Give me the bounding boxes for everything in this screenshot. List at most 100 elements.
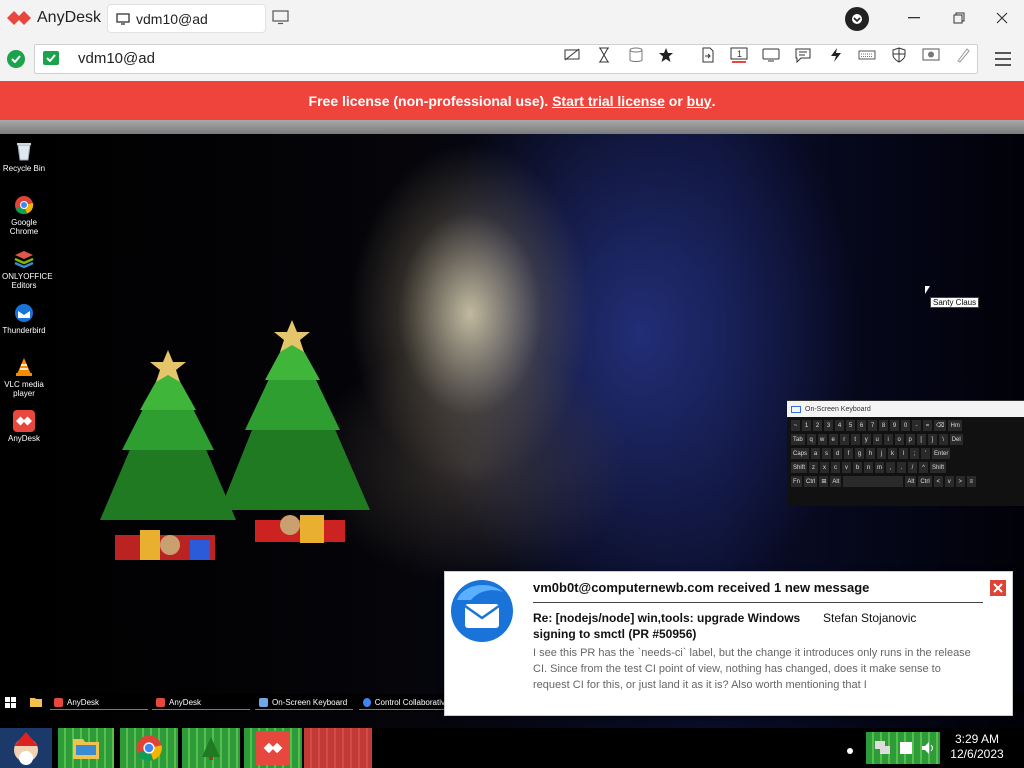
osk-key[interactable]: Alt [905, 476, 917, 487]
osk-key[interactable]: c [831, 462, 841, 473]
osk-key[interactable]: l [899, 448, 909, 459]
osk-key[interactable]: t [850, 434, 860, 445]
osk-key[interactable]: 5 [846, 420, 855, 431]
hourglass-icon[interactable] [594, 46, 614, 64]
monitor-icon[interactable] [761, 46, 781, 64]
permissions-icon[interactable] [889, 46, 909, 64]
osk-key[interactable]: Shift [791, 462, 808, 473]
remote-taskbar-item[interactable]: On-Screen Keyboard [255, 696, 353, 710]
osk-key[interactable]: 8 [879, 420, 888, 431]
osk-key[interactable]: s [822, 448, 832, 459]
osk-key[interactable]: 9 [890, 420, 899, 431]
file-explorer-icon[interactable] [30, 697, 42, 709]
osk-key[interactable]: 6 [857, 420, 866, 431]
osk-key[interactable]: - [912, 420, 921, 431]
osk-key[interactable]: m [875, 462, 885, 473]
osk-key[interactable]: 3 [824, 420, 833, 431]
osk-key[interactable]: h [866, 448, 876, 459]
taskbar-file-explorer[interactable] [58, 728, 114, 768]
osk-key[interactable]: = [923, 420, 932, 431]
osk-key[interactable]: ⊞ [819, 476, 829, 487]
osk-key[interactable]: \ [938, 434, 948, 445]
desktop-icon-vlc[interactable]: VLC media player [2, 356, 46, 398]
osk-key[interactable]: Ctrl [918, 476, 932, 487]
osk-key[interactable]: i [883, 434, 893, 445]
desktop-icon-chrome[interactable]: Google Chrome [2, 194, 46, 236]
osk-key[interactable]: . [897, 462, 907, 473]
chat-icon[interactable] [793, 46, 813, 64]
taskbar-christmas-tree[interactable] [182, 728, 240, 768]
osk-key[interactable]: v [944, 476, 954, 487]
taskbar-app-slot[interactable] [304, 728, 372, 768]
remote-taskbar-item[interactable]: AnyDesk [152, 696, 250, 710]
osk-key[interactable]: , [886, 462, 896, 473]
osk-key[interactable]: 0 [901, 420, 910, 431]
osk-key[interactable]: Alt [830, 476, 842, 487]
osk-key[interactable]: 2 [813, 420, 822, 431]
message-subject[interactable]: Re: [nodejs/node] win,tools: upgrade Win… [533, 610, 803, 642]
battery-icon[interactable] [898, 740, 914, 756]
buy-link[interactable]: buy [687, 93, 712, 109]
actions-lightning-icon[interactable] [826, 46, 846, 64]
start-santa-icon[interactable] [0, 728, 52, 768]
record-icon[interactable] [921, 46, 941, 64]
mail-notification[interactable]: vm0b0t@computernewb.com received 1 new m… [444, 571, 1013, 716]
osk-key[interactable]: [ [916, 434, 926, 445]
desktop-icon-anydesk[interactable]: AnyDesk [2, 410, 46, 443]
osk-key[interactable]: u [872, 434, 882, 445]
osk-key[interactable]: ; [910, 448, 920, 459]
osk-key[interactable]: r [839, 434, 849, 445]
database-icon[interactable] [626, 46, 646, 64]
osk-key[interactable]: ^ [919, 462, 929, 473]
tray-dot-icon[interactable] [846, 742, 854, 768]
osk-key[interactable]: j [877, 448, 887, 459]
file-transfer-icon[interactable] [698, 46, 718, 64]
osk-key[interactable]: b [853, 462, 863, 473]
osk-key[interactable]: / [908, 462, 918, 473]
osk-key[interactable]: w [817, 434, 827, 445]
notification-close-icon[interactable] [990, 580, 1006, 596]
desktop-icon-thunderbird[interactable]: Thunderbird [2, 302, 46, 335]
desktop-icon-recycle-bin[interactable]: Recycle Bin [2, 140, 46, 173]
osk-key[interactable]: ⌫ [934, 420, 947, 431]
osk-key[interactable]: p [905, 434, 915, 445]
osk-key[interactable]: n [864, 462, 874, 473]
osk-key[interactable]: o [894, 434, 904, 445]
favorite-star-icon[interactable] [656, 46, 676, 64]
osk-key[interactable]: Tab [791, 434, 805, 445]
osk-key[interactable]: < [933, 476, 943, 487]
remote-taskbar-item[interactable]: AnyDesk [50, 696, 148, 710]
close-icon[interactable] [992, 8, 1012, 28]
taskbar-clock[interactable]: 3:29 AM 12/6/2023 [946, 732, 1008, 762]
osk-key[interactable]: v [842, 462, 852, 473]
osk-key[interactable]: Caps [791, 448, 810, 459]
display-1-icon[interactable]: 1 [729, 46, 749, 64]
osk-key[interactable]: x [820, 462, 830, 473]
new-session-icon[interactable] [272, 10, 290, 30]
osk-key[interactable]: 4 [835, 420, 844, 431]
restore-icon[interactable] [949, 8, 969, 28]
account-menu-icon[interactable] [845, 7, 869, 31]
whiteboard-pen-icon[interactable] [953, 46, 973, 64]
osk-key[interactable]: ] [927, 434, 937, 445]
start-trial-link[interactable]: Start trial license [552, 93, 665, 109]
osk-key[interactable]: Enter [932, 448, 951, 459]
network-icon[interactable] [874, 740, 892, 756]
remote-taskbar-item[interactable]: Control Collaborativ [359, 696, 445, 710]
start-windows-icon[interactable] [5, 697, 16, 710]
osk-title-bar[interactable]: On-Screen Keyboard [787, 401, 1024, 417]
desktop-icon-onlyoffice[interactable]: ONLYOFFICE Editors [2, 248, 53, 290]
tab-session[interactable]: vdm10@ad [108, 5, 265, 32]
minimize-icon[interactable] [904, 8, 924, 28]
osk-key[interactable]: Hm [948, 420, 962, 431]
keyboard-icon[interactable] [857, 46, 877, 64]
osk-key[interactable] [843, 476, 904, 487]
osk-key[interactable]: ≡ [966, 476, 976, 487]
osk-key[interactable]: f [844, 448, 854, 459]
message-preview[interactable]: I see this PR has the `needs-ci` label, … [533, 645, 973, 693]
osk-key[interactable]: ' [921, 448, 931, 459]
osk-key[interactable]: 7 [868, 420, 877, 431]
osk-key[interactable]: d [833, 448, 843, 459]
osk-key[interactable]: 1 [802, 420, 811, 431]
osk-key[interactable]: g [855, 448, 865, 459]
